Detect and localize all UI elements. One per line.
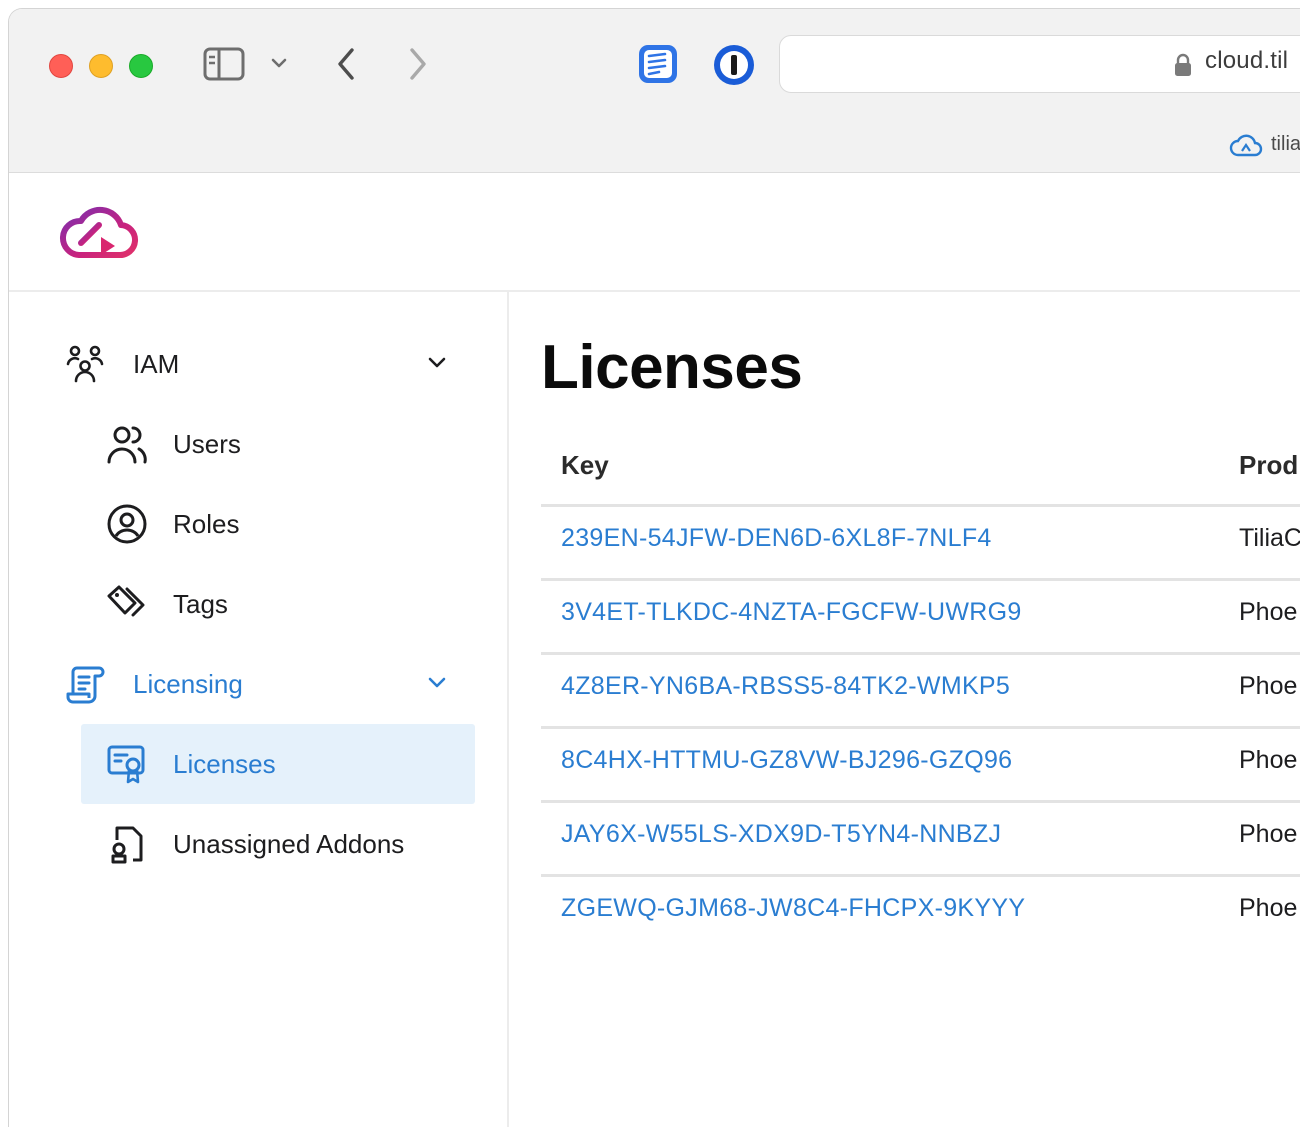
- scroll-icon: [65, 662, 109, 706]
- close-window-button[interactable]: [49, 54, 73, 78]
- page-title: Licenses: [541, 333, 803, 402]
- address-url[interactable]: cloud.til: [1205, 47, 1288, 75]
- license-key-link[interactable]: 4Z8ER-YN6BA-RBSS5-84TK2-WMKP5: [561, 672, 1010, 701]
- tags-icon: [105, 582, 149, 626]
- sidebar-item-licensing[interactable]: Licensing: [65, 644, 243, 724]
- browser-window: cloud.til tilia IAM Users Roles Tags Lic…: [8, 8, 1300, 1127]
- sidebar-item-label: Roles: [173, 508, 240, 539]
- certificate-icon: [105, 742, 149, 786]
- sidebar-item-users[interactable]: Users: [105, 404, 241, 484]
- row-divider: [541, 874, 1300, 877]
- browser-toolbar: cloud.til tilia: [9, 9, 1300, 173]
- lock-icon: [1173, 53, 1193, 82]
- zoom-window-button[interactable]: [129, 54, 153, 78]
- product-cell: Phoe: [1239, 820, 1298, 848]
- sidebar-item-licenses[interactable]: Licenses: [105, 724, 276, 804]
- product-cell: Phoe: [1239, 598, 1298, 626]
- sidebar-item-unassigned-addons[interactable]: Unassigned Addons: [105, 804, 404, 884]
- sidebar-toggle-icon[interactable]: [203, 47, 245, 81]
- license-key-link[interactable]: 8C4HX-HTTMU-GZ8VW-BJ296-GZQ96: [561, 746, 1012, 775]
- sidebar-item-label: Users: [173, 428, 241, 459]
- chevron-down-icon[interactable]: [271, 57, 287, 69]
- row-divider: [541, 800, 1300, 803]
- row-divider: [541, 726, 1300, 729]
- license-key-link[interactable]: 3V4ET-TLKDC-4NZTA-FGCFW-UWRG9: [561, 598, 1022, 627]
- cloud-tab-icon: [1229, 133, 1263, 164]
- license-key-link[interactable]: 239EN-54JFW-DEN6D-6XL8F-7NLF4: [561, 524, 992, 553]
- product-cell: Phoe: [1239, 746, 1298, 774]
- column-header-product[interactable]: Prod: [1239, 450, 1298, 481]
- product-cell: Phoe: [1239, 672, 1298, 700]
- users-icon: [105, 422, 149, 466]
- chevron-down-icon[interactable]: [427, 676, 447, 695]
- sidebar-item-iam[interactable]: IAM: [65, 324, 179, 404]
- sidebar-item-roles[interactable]: Roles: [105, 484, 239, 564]
- row-divider: [541, 652, 1300, 655]
- header-divider: [541, 504, 1300, 507]
- chevron-down-icon[interactable]: [427, 356, 447, 375]
- forward-arrow-icon[interactable]: [407, 47, 429, 81]
- sidebar-item-label: IAM: [133, 348, 180, 379]
- product-cell: Phoe: [1239, 894, 1298, 922]
- sidebar-item-label: Licenses: [173, 748, 276, 779]
- column-header-key[interactable]: Key: [561, 450, 609, 481]
- tab-label[interactable]: tilia: [1271, 133, 1300, 156]
- sidebar-item-label: Unassigned Addons: [173, 828, 405, 859]
- minimize-window-button[interactable]: [89, 54, 113, 78]
- sidebar-item-label: Tags: [173, 588, 228, 619]
- sidebar-item-label: Licensing: [133, 668, 243, 699]
- password-manager-icon[interactable]: [712, 43, 756, 87]
- sidebar-item-tags[interactable]: Tags: [105, 564, 228, 644]
- license-key-link[interactable]: JAY6X-W55LS-XDX9D-T5YN4-NNBZJ: [561, 820, 1001, 849]
- extension-notes-icon[interactable]: [637, 43, 679, 85]
- main-content: Licenses Key Prod 239EN-54JFW-DEN6D-6XL8…: [509, 292, 1300, 1127]
- app-header: [9, 173, 1300, 292]
- license-key-link[interactable]: ZGEWQ-GJM68-JW8C4-FHCPX-9KYYY: [561, 894, 1025, 923]
- user-circle-icon: [105, 502, 149, 546]
- sidebar: IAM Users Roles Tags Licensing Licenses …: [9, 292, 509, 1127]
- product-cell: TiliaC: [1239, 524, 1300, 552]
- back-arrow-icon[interactable]: [335, 47, 357, 81]
- row-divider: [541, 578, 1300, 581]
- file-badge-icon: [105, 822, 149, 866]
- users-group-icon: [65, 342, 109, 386]
- tilia-logo-icon[interactable]: [59, 203, 141, 270]
